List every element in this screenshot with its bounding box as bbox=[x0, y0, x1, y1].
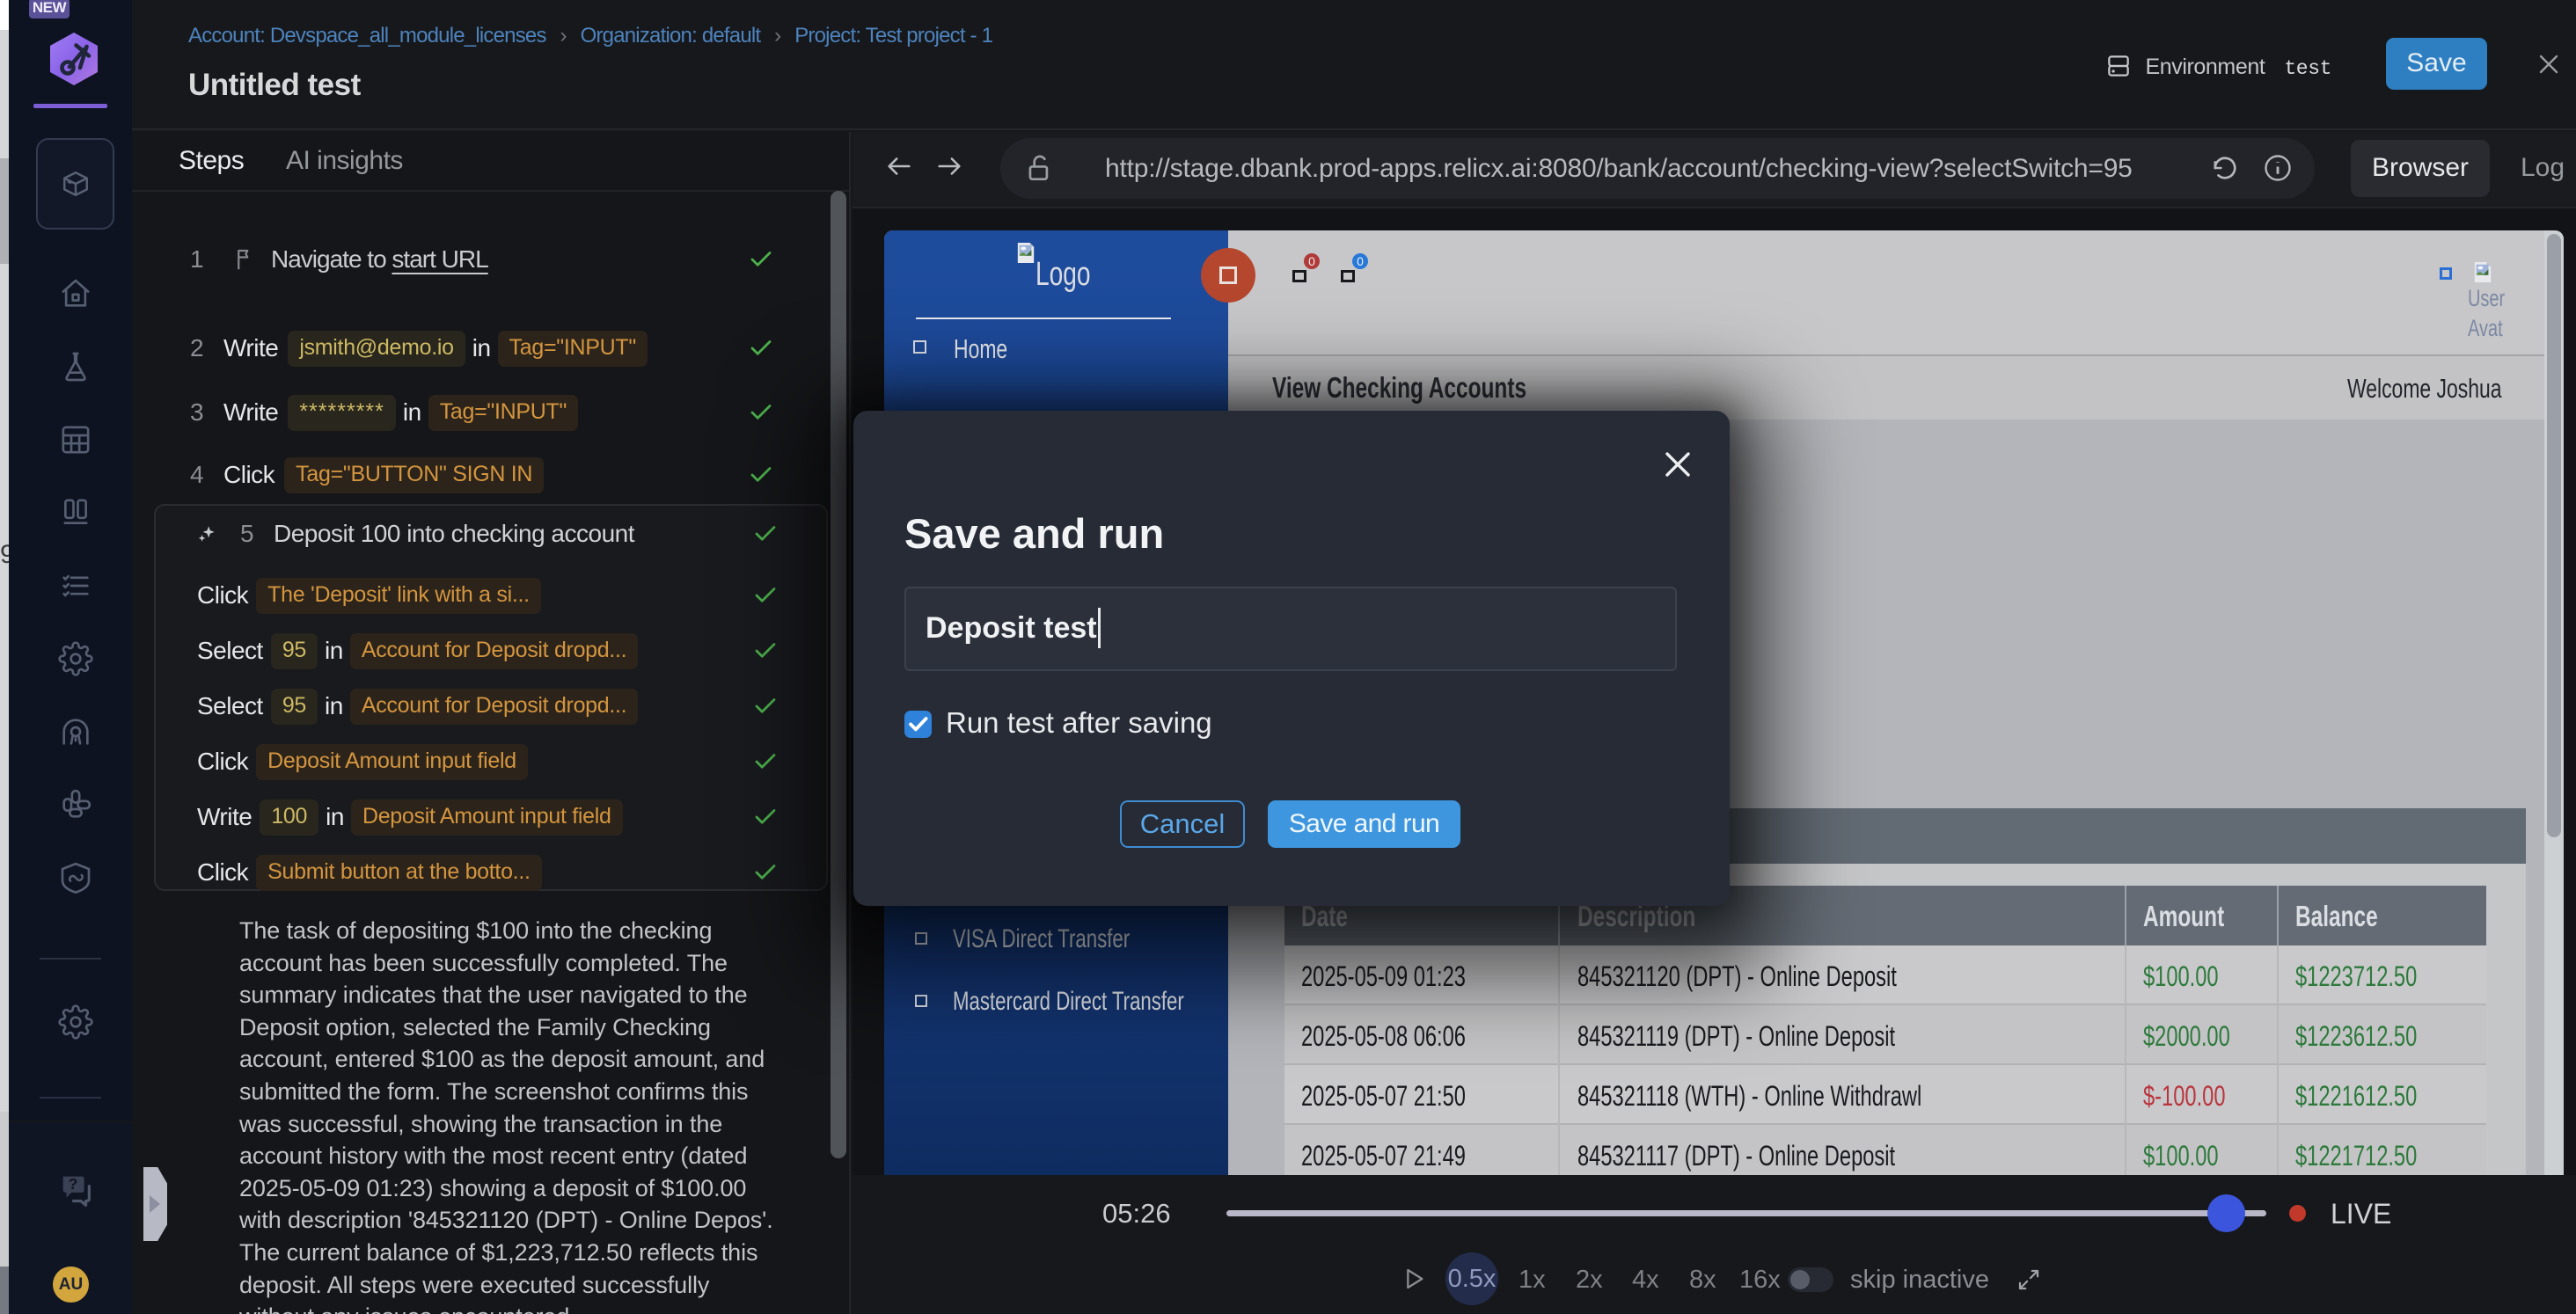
svg-text:?: ? bbox=[69, 1175, 78, 1193]
